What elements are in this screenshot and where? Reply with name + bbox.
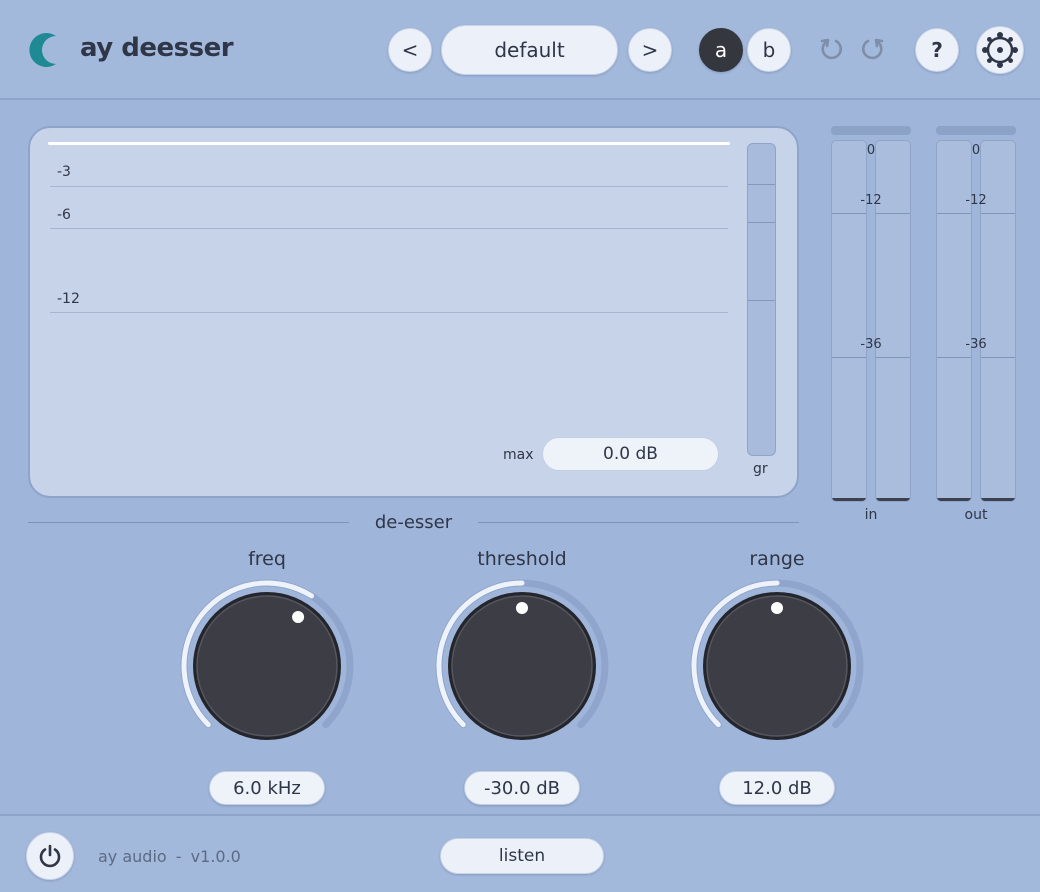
section-divider-left xyxy=(28,522,349,523)
threshold-value-field[interactable]: -30.0 dB xyxy=(464,771,580,805)
gear-icon xyxy=(982,32,1018,68)
input-scale-0: 0 xyxy=(866,143,876,158)
grid-line-3 xyxy=(50,186,728,187)
settings-button[interactable] xyxy=(976,26,1024,74)
input-scale-36: -36 xyxy=(860,337,882,352)
input-meter-label: in xyxy=(864,507,878,523)
max-label: max xyxy=(503,447,534,463)
freq-value-field[interactable]: 6.0 kHz xyxy=(209,771,325,805)
power-icon xyxy=(39,844,61,868)
version-label: v1.0.0 xyxy=(190,847,241,866)
section-title: de-esser xyxy=(374,512,453,533)
range-knob-label: range xyxy=(749,548,805,570)
footer-version-info: ay audio - v1.0.0 xyxy=(98,847,241,866)
knob-body xyxy=(451,595,593,737)
threshold-knob[interactable] xyxy=(427,573,617,763)
logo-icon xyxy=(29,33,56,67)
preset-a-button[interactable]: a xyxy=(699,28,743,72)
input-scale-12: -12 xyxy=(860,193,882,208)
knob-indicator xyxy=(292,611,305,624)
output-scale-36: -36 xyxy=(965,337,987,352)
range-knob[interactable] xyxy=(682,573,872,763)
gr-trace-line xyxy=(48,142,730,145)
grid-label-6: -6 xyxy=(57,207,71,223)
output-scale-12: -12 xyxy=(965,193,987,208)
freq-knob-label: freq xyxy=(248,548,286,570)
power-button[interactable] xyxy=(26,832,74,880)
knob-indicator xyxy=(771,602,783,614)
grid-line-6 xyxy=(50,228,728,229)
grid-label-12: -12 xyxy=(57,291,80,307)
app-title: ay deesser xyxy=(80,33,234,63)
freq-knob[interactable] xyxy=(172,573,362,763)
preset-b-button[interactable]: b xyxy=(747,28,791,72)
knob-body xyxy=(196,595,338,737)
listen-button[interactable]: listen xyxy=(440,838,604,874)
output-scale-0: 0 xyxy=(971,143,981,158)
range-value-field[interactable]: 12.0 dB xyxy=(719,771,835,805)
input-meter-cap xyxy=(831,126,911,135)
knob-indicator xyxy=(516,602,528,614)
next-preset-button[interactable]: > xyxy=(628,28,672,72)
knob-body xyxy=(706,595,848,737)
output-meter-label: out xyxy=(964,507,988,523)
threshold-knob-label: threshold xyxy=(477,548,567,570)
redo-icon[interactable] xyxy=(858,36,886,64)
gr-label: gr xyxy=(753,461,768,477)
section-divider-right xyxy=(478,522,799,523)
grid-line-12 xyxy=(50,312,728,313)
brand-separator: - xyxy=(175,847,182,866)
brand-name: ay audio xyxy=(98,847,167,866)
max-value-field[interactable]: 0.0 dB xyxy=(542,437,719,471)
undo-icon[interactable] xyxy=(818,36,846,64)
preset-name-field[interactable]: default xyxy=(441,25,618,75)
help-button[interactable]: ? xyxy=(915,28,959,72)
grid-label-3: -3 xyxy=(57,164,71,180)
gr-meter xyxy=(747,143,776,456)
prev-preset-button[interactable]: < xyxy=(388,28,432,72)
output-meter-cap xyxy=(936,126,1016,135)
